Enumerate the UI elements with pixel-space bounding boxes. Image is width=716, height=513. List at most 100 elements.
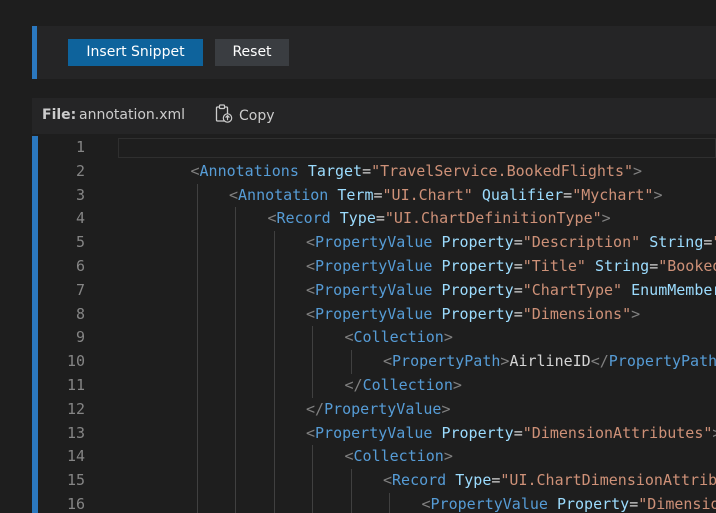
code-text: <PropertyPath>AirlineID</PropertyPath>	[383, 350, 716, 374]
code-token: <	[383, 471, 393, 490]
code-line: 4 <Record Type="UI.ChartDefinitionType">	[32, 207, 716, 232]
indent-guide	[196, 350, 198, 374]
code-token: <	[306, 423, 316, 442]
code-token: Annotation	[238, 185, 329, 204]
code-line: 10<PropertyPath>AirlineID</PropertyPath>	[32, 350, 716, 374]
indent-guide	[350, 350, 352, 374]
code-token: Property	[441, 423, 514, 442]
indent-guide	[235, 493, 236, 513]
code-token: =	[513, 257, 523, 275]
code-token: Qualifier	[481, 185, 564, 204]
code-token: >	[452, 376, 462, 394]
code-token: "TravelService.BookedFlights"	[371, 161, 634, 180]
indent-guide	[312, 326, 313, 351]
indent-guide	[350, 493, 352, 513]
indent-guide	[235, 374, 236, 398]
line-number: 2	[75, 161, 85, 180]
code-line: 14 <Collection>	[32, 445, 716, 470]
file-label: File:	[42, 107, 77, 123]
code-token: PropertyPath	[392, 352, 501, 371]
file-bar: File: annotation.xml Copy	[32, 98, 716, 134]
indent-guide	[312, 350, 313, 374]
code-token: Property	[556, 495, 630, 513]
code-token: </	[344, 376, 363, 394]
code-token: <	[383, 352, 393, 371]
code-token: <	[344, 328, 354, 347]
indent-guide	[235, 255, 236, 279]
code-token: String	[595, 257, 650, 275]
code-text: <Collection>	[345, 445, 453, 469]
copy-button[interactable]: Copy	[215, 104, 275, 127]
code-text: </PropertyValue>	[306, 398, 451, 422]
indent-guide	[273, 350, 275, 374]
code-line: 9 <Collection>	[32, 326, 716, 351]
indent-guide	[235, 350, 236, 374]
code-line: 8 <PropertyValue Property="Dimensions">	[32, 302, 716, 327]
code-token: =	[513, 304, 523, 323]
code-line: 1	[32, 136, 716, 160]
code-token: Collection	[362, 376, 453, 394]
code-text: <Annotations Target="TravelService.Booke…	[191, 160, 643, 184]
code-token: >	[441, 399, 451, 418]
indent-guide	[196, 469, 198, 493]
code-text: <PropertyValue Property="Dimension	[422, 493, 716, 513]
code-token: "UI.ChartDimensionAttribu	[500, 471, 716, 490]
indent-guide	[196, 493, 198, 513]
code-token: =	[513, 233, 523, 252]
code-token: "Dimension	[638, 495, 716, 513]
insert-snippet-button[interactable]: Insert Snippet	[68, 39, 203, 66]
reset-button[interactable]: Reset	[215, 39, 289, 66]
indent-guide	[273, 421, 275, 446]
file-name: annotation.xml	[79, 107, 186, 123]
code-token: <	[229, 185, 239, 204]
line-number: 16	[66, 495, 85, 513]
code-text: <PropertyValue Property="Title" String="…	[306, 255, 716, 279]
indent-guide	[273, 326, 275, 351]
code-line: 16 <PropertyValue Property="Dimension	[32, 493, 716, 513]
code-token: PropertyValue	[315, 257, 433, 275]
code-line: 3 <Annotation Term="UI.Chart" Qualifier="…	[32, 183, 716, 208]
code-token: "UI.Chart"	[382, 185, 473, 204]
indent-guide	[273, 231, 275, 255]
indent-guide	[196, 302, 198, 327]
indent-guide	[196, 231, 198, 255]
code-text: </Collection>	[345, 374, 462, 398]
code-token: =	[373, 185, 383, 204]
code-token: >	[633, 161, 643, 180]
code-token: =	[513, 423, 523, 442]
line-number: 4	[75, 209, 85, 228]
code-token: >	[653, 185, 663, 204]
code-token: >	[712, 424, 716, 442]
line-number: 3	[75, 185, 85, 204]
indent-guide	[273, 255, 275, 279]
code-text: <Collection>	[345, 326, 453, 350]
toolbar-accent-bar	[32, 26, 37, 79]
code-token: PropertyValue	[315, 280, 433, 299]
code-line: 15 <Record Type="UI.ChartDimensionAttribu	[32, 469, 716, 493]
indent-guide	[273, 445, 275, 470]
code-token: </	[306, 399, 325, 418]
code-token: PropertyValue	[324, 399, 442, 418]
code-token: Property	[441, 233, 514, 252]
code-line: 7 <PropertyValue Property="ChartType" Enu…	[32, 278, 716, 303]
code-token: PropertyValue	[315, 423, 433, 442]
indent-guide	[273, 469, 275, 493]
code-editor[interactable]: 1 2 <Annotations Target="TravelService.Boo…	[32, 136, 716, 513]
indent-guide	[196, 421, 198, 446]
code-token: <	[306, 304, 316, 323]
indent-guide	[196, 278, 198, 303]
code-token: >	[443, 447, 453, 466]
code-token: Annotations	[199, 161, 299, 180]
code-token: Type	[339, 209, 376, 228]
code-token: "Mychart"	[572, 185, 654, 204]
code-token: =	[649, 257, 659, 275]
code-token: Property	[441, 304, 514, 323]
indent-guide	[235, 326, 236, 351]
code-token: "ChartType"	[522, 280, 623, 299]
